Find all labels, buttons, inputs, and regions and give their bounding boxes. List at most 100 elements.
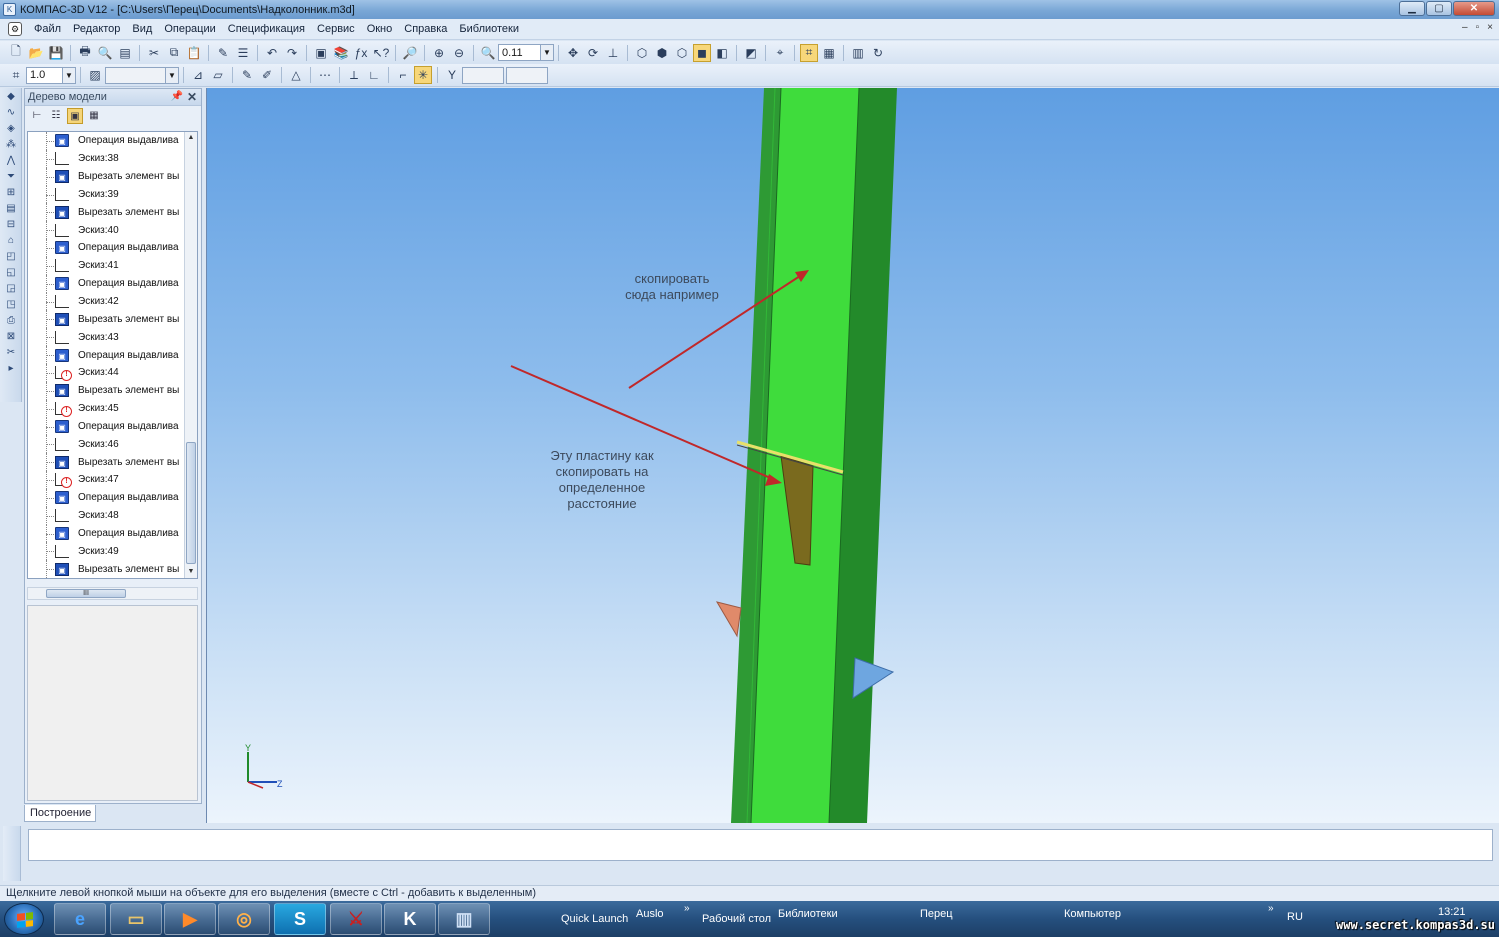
tree-item[interactable]: ▣ Вырезать элемент вы <box>28 310 197 329</box>
properties-icon[interactable]: ▤ <box>116 44 134 62</box>
filter-objects-icon[interactable]: ⏷ <box>2 169 20 184</box>
hidden-lines-icon[interactable]: ⬢ <box>653 44 671 62</box>
snap-toggle-icon[interactable]: ✳ <box>414 66 432 84</box>
libraries-label[interactable]: Библиотеки <box>778 908 838 920</box>
document-menu-icon[interactable]: ⚙ <box>8 22 22 36</box>
variables-icon[interactable]: ƒx <box>352 44 370 62</box>
edit-details-icon[interactable]: ◆ <box>2 89 20 104</box>
ucs-icon[interactable]: ⊿ <box>189 66 207 84</box>
designation-icon[interactable]: ◲ <box>2 281 20 296</box>
menu-file[interactable]: Файл <box>28 23 67 35</box>
language-indicator[interactable]: RU <box>1287 911 1303 923</box>
wireframe-icon[interactable]: ⬡ <box>633 44 651 62</box>
sketch-icon[interactable]: ✎ <box>238 66 256 84</box>
sheet-metal-icon[interactable]: ◰ <box>2 249 20 264</box>
zoom-scale-icon[interactable]: 🔍 <box>479 44 497 62</box>
grid-toggle-icon[interactable]: ⋯ <box>316 66 334 84</box>
step-combo[interactable]: 1.0 ▼ <box>26 66 76 84</box>
help-pointer-icon[interactable]: ↖? <box>372 44 390 62</box>
spatial-curves-icon[interactable]: ∿ <box>2 105 20 120</box>
aux-geometry-icon[interactable]: ⋀ <box>2 153 20 168</box>
zoom-level-combo[interactable]: 0.11 ▼ <box>498 44 554 61</box>
game-taskbar-icon[interactable]: ⚔ <box>330 903 382 935</box>
menu-help[interactable]: Справка <box>398 23 453 35</box>
tree-item[interactable]: Эскиз:42 <box>28 292 197 311</box>
maximize-button[interactable]: ▢ <box>1426 1 1452 16</box>
local-cs-icon[interactable]: ⟂ <box>345 66 363 84</box>
tree-item[interactable]: Эскиз:39 <box>28 185 197 204</box>
tab-build[interactable]: Построение <box>24 805 96 822</box>
snap-icon[interactable]: ⌗ <box>800 43 818 62</box>
menu-operations[interactable]: Операции <box>158 23 221 35</box>
new-document-icon[interactable]: 🗋 <box>7 44 25 62</box>
manager-icon[interactable]: ☰ <box>234 44 252 62</box>
tree-item[interactable]: Эскиз:49 <box>28 542 197 561</box>
library-icon[interactable]: ◳ <box>2 297 20 312</box>
hscroll-thumb[interactable]: III <box>46 589 126 598</box>
layer-combo[interactable]: ▼ <box>105 66 179 84</box>
elements-icon[interactable]: ⌂ <box>2 233 20 248</box>
tools-icon[interactable]: ✂ <box>2 345 20 360</box>
chrome-taskbar-icon[interactable]: ◎ <box>218 903 270 935</box>
tree-item[interactable]: Эскиз:38 <box>28 149 197 168</box>
tree-structure-icon[interactable]: ⊢ <box>29 108 45 124</box>
cursor-x-field[interactable] <box>462 66 504 84</box>
quick-launch-label[interactable]: Quick Launch <box>561 913 628 925</box>
filter-icon[interactable]: ⌖ <box>771 44 789 62</box>
clock[interactable]: 13:21 <box>1438 906 1466 918</box>
computer-label[interactable]: Компьютер <box>1064 908 1121 920</box>
auslo-label[interactable]: Auslo <box>636 908 664 920</box>
ie-taskbar-icon[interactable]: e <box>54 903 106 935</box>
pan-icon[interactable]: ✥ <box>564 44 582 62</box>
shaded-icon[interactable]: ◼ <box>693 43 711 62</box>
tree-item[interactable]: Эскиз:47 <box>28 471 197 489</box>
cursor-y-field[interactable] <box>506 66 548 84</box>
scroll-thumb[interactable] <box>186 442 196 564</box>
tree-split-icon[interactable]: ▦ <box>86 108 102 124</box>
tree-item[interactable]: Эскиз:44 <box>28 363 197 382</box>
grid-icon[interactable]: ▦ <box>820 44 838 62</box>
edit-icon[interactable]: ✐ <box>258 66 276 84</box>
round-icon[interactable]: ⌐ <box>394 66 412 84</box>
format-painter-icon[interactable]: ✎ <box>214 44 232 62</box>
tree-item[interactable]: Эскиз:41 <box>28 256 197 275</box>
print-tools-icon[interactable]: ⎙ <box>2 313 20 328</box>
plane-icon[interactable]: ▱ <box>209 66 227 84</box>
scroll-down-icon[interactable]: ▼ <box>185 566 197 578</box>
properties-panel-handle[interactable] <box>3 826 21 881</box>
chevron-down-icon[interactable]: ▼ <box>165 67 178 83</box>
tree-item[interactable]: ▣ Операция выдавлива <box>28 488 197 507</box>
more-tools-icon[interactable]: ▸ <box>2 361 20 376</box>
tree-item[interactable]: ▣ Вырезать элемент вы <box>28 381 197 400</box>
perets-label[interactable]: Перец <box>920 908 953 920</box>
tree-view-mode-icon[interactable]: ☷ <box>48 108 64 124</box>
media-player-taskbar-icon[interactable]: ▶ <box>164 903 216 935</box>
tree-item[interactable]: ▣ Вырезать элемент вы <box>28 203 197 222</box>
save-icon[interactable]: 💾 <box>47 44 65 62</box>
tree-item[interactable]: ▣ Операция выдавлива <box>28 417 197 436</box>
zoom-in-icon[interactable]: ⊕ <box>430 44 448 62</box>
undo-icon[interactable]: ↶ <box>263 44 281 62</box>
open-icon[interactable]: 📂 <box>27 44 45 62</box>
model-viewport[interactable]: скопировать сюда например Эту пластину к… <box>206 88 1499 823</box>
orientation-icon[interactable]: ⊥ <box>604 44 622 62</box>
tree-item[interactable]: Эскиз:46 <box>28 435 197 454</box>
tree-item[interactable]: ▣ Операция выдавлива <box>28 132 197 150</box>
surfaces-icon[interactable]: ◈ <box>2 121 20 136</box>
chevron-icon[interactable]: » <box>1268 903 1274 914</box>
perspective-icon[interactable]: ◩ <box>742 44 760 62</box>
tree-item[interactable]: ▣ Операция выдавлива <box>28 239 197 257</box>
tree-item[interactable]: Эскиз:45 <box>28 399 197 418</box>
minimize-button[interactable]: ▁ <box>1399 1 1425 16</box>
zoom-window-icon[interactable]: 🔎 <box>401 44 419 62</box>
book-taskbar-icon[interactable]: ▥ <box>438 903 490 935</box>
tree-item[interactable]: ▣ Вырезать элемент вы <box>28 453 197 472</box>
redo-icon[interactable]: ↷ <box>283 44 301 62</box>
menu-libraries[interactable]: Библиотеки <box>453 23 525 35</box>
start-button[interactable] <box>4 903 44 935</box>
chevron-icon[interactable]: » <box>684 903 690 914</box>
menu-editor[interactable]: Редактор <box>67 23 126 35</box>
chevron-down-icon[interactable]: ▼ <box>540 45 553 60</box>
print-preview-icon[interactable]: 🔍 <box>96 44 114 62</box>
print-icon[interactable]: 🖶 <box>76 44 94 62</box>
